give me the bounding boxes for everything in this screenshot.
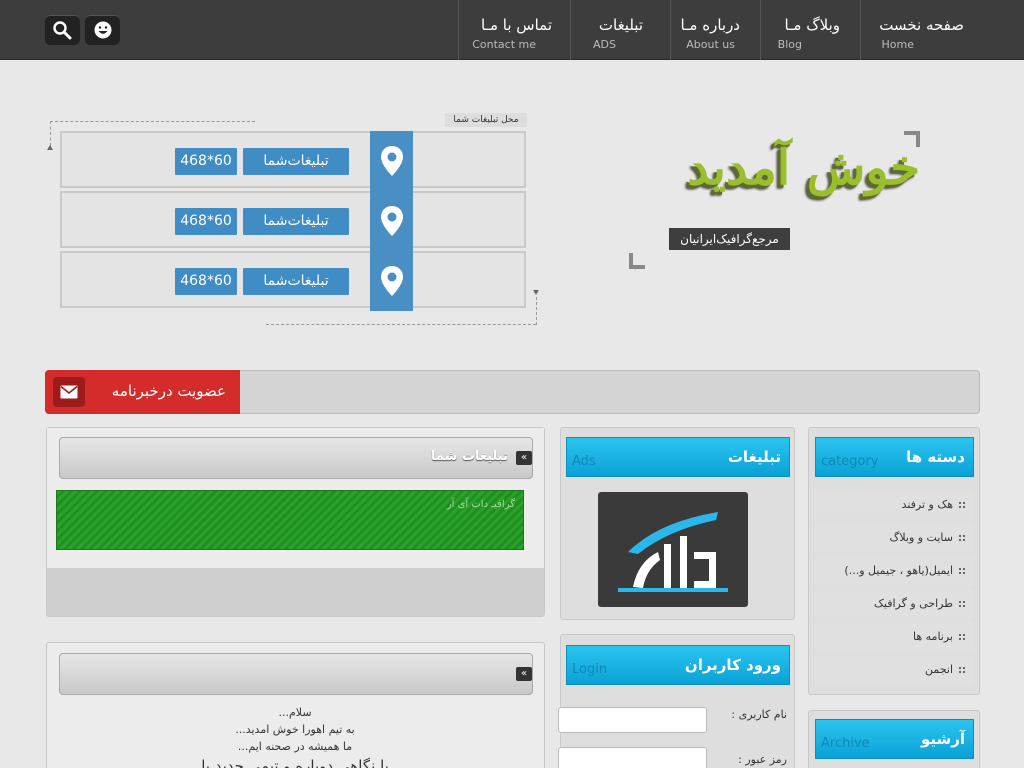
- post-line: ما همیشه در صحنه ایم...: [237, 740, 353, 753]
- bullet-icon: [958, 567, 966, 575]
- ad-size-badge: 468*60: [175, 148, 237, 175]
- bullet-icon: [958, 633, 966, 641]
- nav-ads-sublabel: ADS: [593, 38, 616, 51]
- ad-pin: [370, 191, 413, 251]
- bullet-icon: [958, 534, 966, 542]
- nav-about-label: درباره مـا: [680, 16, 740, 34]
- nav-home-label: صفحه نخست: [879, 16, 964, 34]
- ad-pin: [370, 251, 413, 311]
- category-label: سایت و وبلاگ: [889, 531, 953, 544]
- ad-slot[interactable]: تبلیغات‌شما 468*60: [60, 191, 526, 251]
- newsletter-button[interactable]: عضویت درخبرنامه: [45, 370, 240, 414]
- login-header: ورود کاربران Login: [566, 645, 790, 685]
- map-pin-icon: [381, 266, 403, 296]
- logo-corner: [629, 253, 645, 269]
- ad-slot[interactable]: تبلیغات‌شما 468*60: [60, 251, 526, 311]
- username-input[interactable]: [558, 707, 707, 733]
- your-ads-title: تبلیغات شما: [431, 449, 508, 464]
- password-label: رمز عبور :: [738, 753, 787, 766]
- login-title: ورود کاربران: [684, 656, 781, 674]
- smiley-icon: [94, 21, 112, 39]
- category-item[interactable]: برنامه ها: [814, 623, 974, 651]
- post-header: «: [59, 653, 533, 695]
- banner-text: گرافیـ دات آی آر: [446, 499, 515, 510]
- nav-blog-sublabel: Blog: [777, 38, 802, 51]
- site-logo-subtitle: مرجع‌گرافیک‌ایرانیان: [669, 228, 790, 250]
- nav-blog-label: وبلاگ مـا: [784, 16, 840, 34]
- ad-label-button[interactable]: تبلیغات‌شما: [243, 208, 349, 235]
- nav-ads[interactable]: تبلیغات ADS: [570, 0, 670, 60]
- login-subtitle: Login: [572, 662, 608, 677]
- post-line: به تیم اهورا خوش امدید...: [235, 723, 355, 736]
- post-line: با نگاهی دوباره و تیمی جدید با: [201, 757, 389, 768]
- ad-pin: [370, 131, 413, 191]
- ads-panel-title: تبلیغات: [727, 448, 781, 466]
- ad-size-badge: 468*60: [175, 208, 237, 235]
- category-label: برنامه ها: [913, 630, 953, 643]
- top-navbar: صفحه نخست Home وبلاگ مـا Blog درباره مـا…: [0, 0, 1024, 60]
- double-chevron-icon: «: [516, 667, 532, 681]
- site-logo-title[interactable]: خوش آمدید: [640, 140, 920, 220]
- nav-contact[interactable]: تماس با مـا Contact me: [458, 0, 570, 60]
- map-pin-icon: [381, 146, 403, 176]
- double-chevron-icon: «: [516, 451, 532, 465]
- nav-contact-label: تماس با مـا: [480, 16, 552, 34]
- newsletter-label: عضویت درخبرنامه: [111, 382, 226, 400]
- bullet-icon: [958, 666, 966, 674]
- your-ads-header: تبلیغات شما «: [59, 437, 533, 479]
- ad-size-badge: 468*60: [175, 268, 237, 295]
- ad-frame-arrow: [47, 145, 53, 150]
- categories-title: دسته ها: [906, 448, 965, 466]
- category-label: هک و ترفند: [901, 498, 953, 511]
- nav-about-sublabel: About us: [686, 38, 735, 51]
- category-item[interactable]: هک و ترفند: [814, 491, 974, 519]
- post-line: سلام...: [278, 706, 312, 719]
- ad-frame-dash: [266, 324, 536, 325]
- nav-home[interactable]: صفحه نخست Home: [860, 0, 970, 60]
- password-input[interactable]: [558, 747, 707, 768]
- category-item[interactable]: طراحی و گرافیک: [814, 590, 974, 618]
- ad-frame-arrow: [533, 290, 539, 295]
- ad-label-button[interactable]: تبلیغات‌شما: [243, 268, 349, 295]
- category-item[interactable]: ایمیل(یاهو ، جیمیل و...): [814, 557, 974, 585]
- green-banner-ad[interactable]: گرافیـ دات آی آر: [56, 490, 524, 550]
- ads-panel-subtitle: Ads: [572, 454, 596, 469]
- nav-home-sublabel: Home: [881, 38, 914, 51]
- mail-icon: [60, 385, 78, 399]
- search-icon: [53, 21, 72, 40]
- category-item[interactable]: سایت و وبلاگ: [814, 524, 974, 552]
- bullet-icon: [958, 600, 966, 608]
- bullet-icon: [958, 501, 966, 509]
- ad-frame-dash: [50, 121, 51, 146]
- ad-slot[interactable]: تبلیغات‌شما 468*60: [60, 131, 526, 191]
- sponsor-logo[interactable]: [598, 492, 748, 607]
- search-button[interactable]: [45, 15, 80, 45]
- map-pin-icon: [381, 206, 403, 236]
- nav-contact-sublabel: Contact me: [472, 38, 536, 51]
- nav-ads-label: تبلیغات: [598, 16, 643, 34]
- category-label: انجمن: [925, 663, 953, 676]
- categories-subtitle: category: [821, 454, 879, 469]
- category-label: طراحی و گرافیک: [874, 597, 953, 610]
- username-label: نام کاربری :: [731, 708, 787, 721]
- ad-label-button[interactable]: تبلیغات‌شما: [243, 148, 349, 175]
- category-item[interactable]: انجمن: [814, 656, 974, 684]
- categories-header: دسته ها category: [815, 437, 974, 477]
- azblog-logo-icon: [618, 512, 728, 592]
- mail-icon-box: [53, 377, 85, 407]
- user-button[interactable]: [85, 15, 120, 45]
- category-label: ایمیل(یاهو ، جیمیل و...): [844, 564, 953, 577]
- archive-title: آرشیو: [920, 730, 965, 748]
- ads-panel-header: تبلیغات Ads: [566, 437, 790, 477]
- archive-header: آرشیو Archive: [815, 719, 974, 759]
- archive-subtitle: Archive: [821, 736, 870, 751]
- ad-frame-dash: [536, 297, 537, 325]
- nav-blog[interactable]: وبلاگ مـا Blog: [760, 0, 860, 60]
- ad-frame-dash: [50, 121, 255, 122]
- nav-about[interactable]: درباره مـا About us: [670, 0, 760, 60]
- ad-caption: محل تبلیغات شما: [445, 113, 527, 127]
